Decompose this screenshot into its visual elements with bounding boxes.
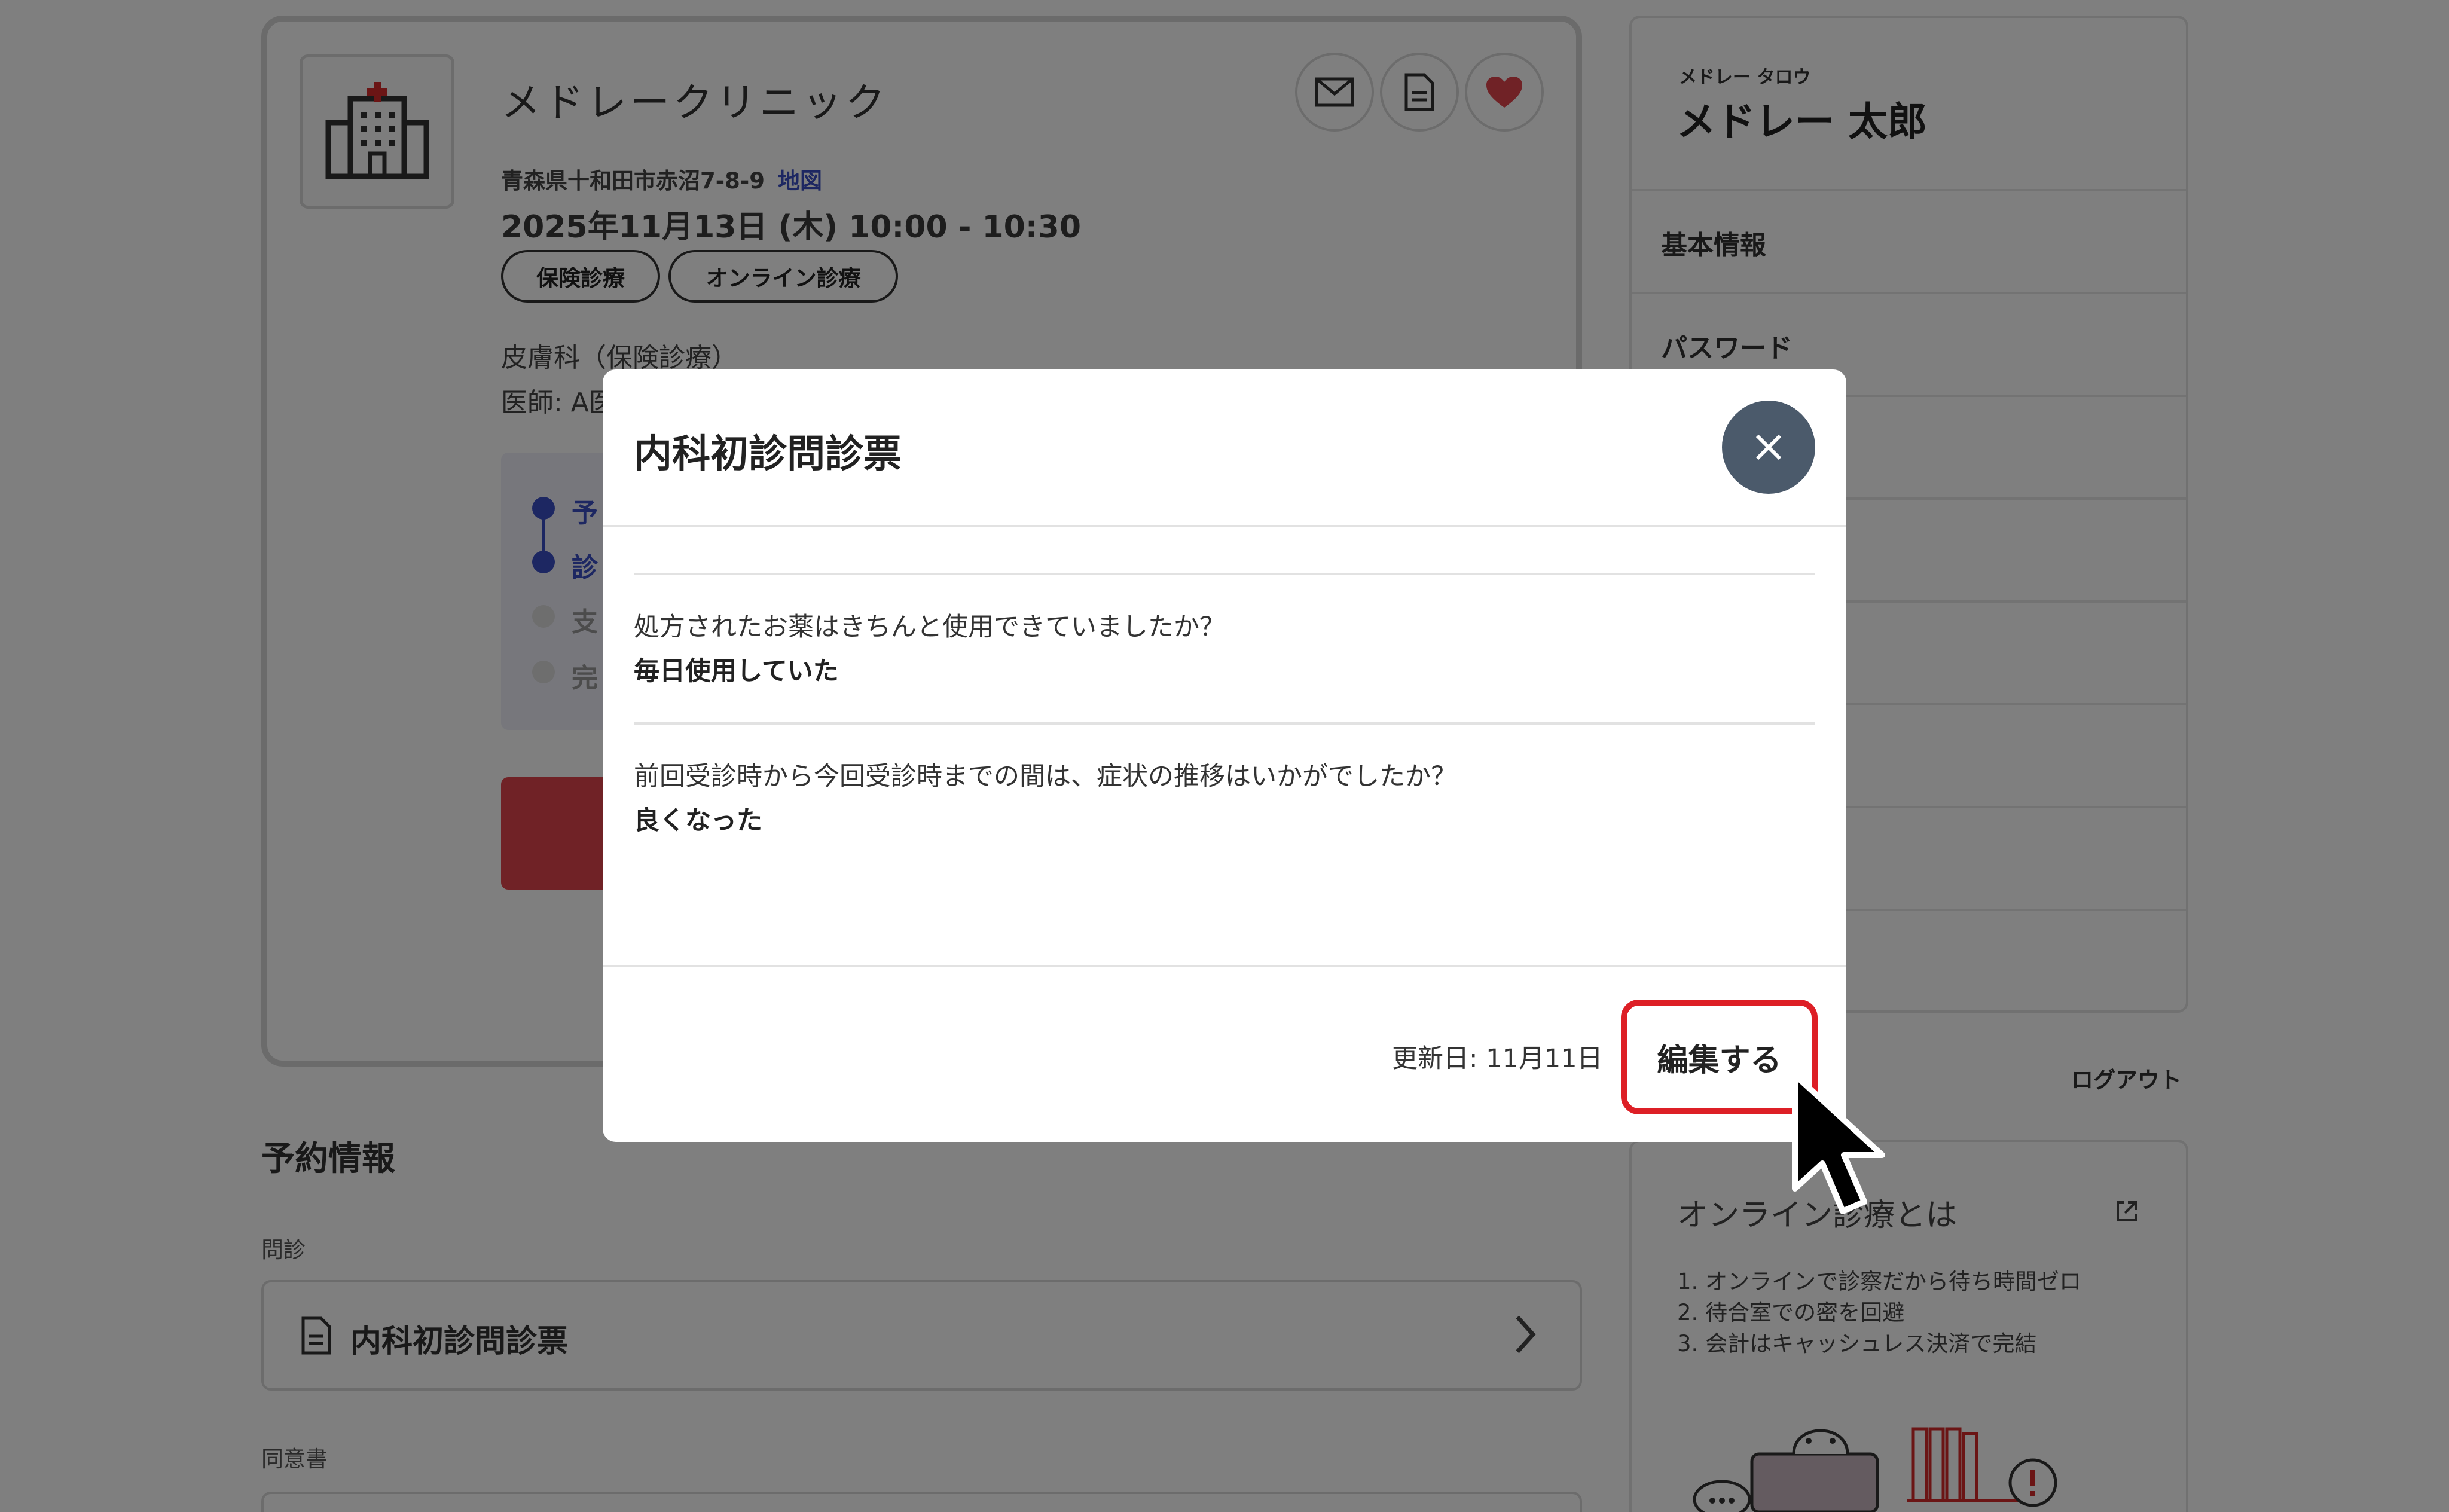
updated-date: 更新日: 11月11日 bbox=[1392, 1044, 1603, 1074]
close-icon bbox=[1755, 434, 1782, 460]
qa-divider bbox=[634, 573, 1815, 575]
question-1: 処方されたお薬はきちんと使用できていましたか？ bbox=[634, 612, 1225, 642]
footer-divider bbox=[603, 965, 1846, 967]
answer-1: 毎日使用していた bbox=[634, 656, 839, 686]
header-divider bbox=[603, 525, 1846, 527]
qa-divider bbox=[634, 722, 1815, 725]
questionnaire-modal: 内科初診問診票 処方されたお薬はきちんと使用できていましたか？ 毎日使用していた… bbox=[603, 369, 1846, 1142]
modal-title: 内科初診問診票 bbox=[634, 432, 902, 476]
close-button[interactable] bbox=[1722, 401, 1815, 494]
mouse-pointer-icon bbox=[1792, 1072, 1885, 1214]
question-2: 前回受診時から今回受診時までの間は、症状の推移はいかがでしたか？ bbox=[634, 762, 1456, 792]
answer-2: 良くなった bbox=[634, 806, 762, 836]
